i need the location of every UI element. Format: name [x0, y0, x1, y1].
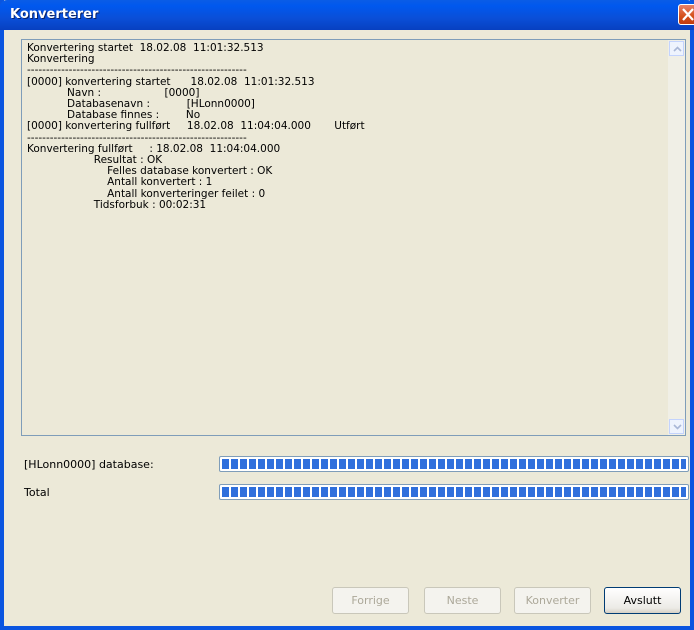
next-button[interactable]: Neste — [424, 587, 501, 614]
scroll-down-button[interactable] — [669, 419, 684, 434]
database-progress-fill — [222, 459, 686, 469]
total-progress-bar — [219, 484, 689, 500]
convert-button[interactable]: Konverter — [514, 587, 591, 614]
close-icon — [682, 8, 694, 21]
chevron-up-icon — [673, 46, 682, 52]
chevron-down-icon — [673, 424, 682, 430]
database-progress-bar — [219, 456, 689, 472]
database-progress-label: [HLonn0000] database: — [24, 458, 154, 471]
scroll-up-button[interactable] — [669, 41, 684, 56]
converter-window: Konverterer Konvertering startet 18.02.0… — [0, 0, 694, 630]
title-bar[interactable]: Konverterer — [0, 0, 694, 30]
log-textarea[interactable]: Konvertering startet 18.02.08 11:01:32.5… — [21, 39, 686, 436]
exit-button[interactable]: Avslutt — [604, 587, 681, 614]
close-button[interactable] — [678, 4, 694, 25]
window-title: Konverterer — [10, 7, 99, 22]
back-button[interactable]: Forrige — [332, 587, 409, 614]
total-progress-fill — [222, 487, 686, 497]
log-text: Konvertering startet 18.02.08 11:01:32.5… — [27, 43, 365, 211]
vertical-scrollbar[interactable] — [668, 40, 685, 435]
total-progress-label: Total — [24, 486, 50, 499]
